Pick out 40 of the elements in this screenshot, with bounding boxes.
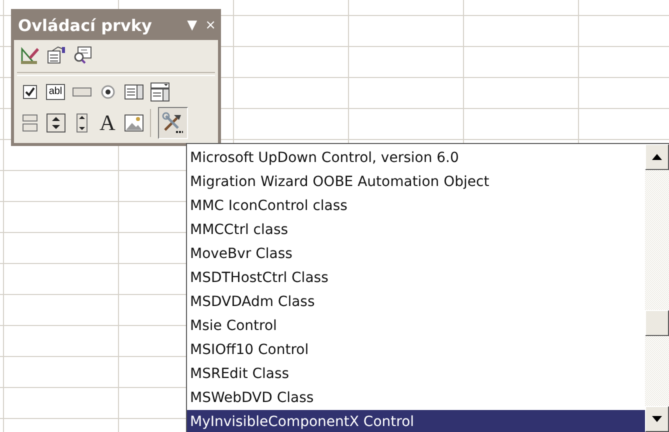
scroll-bar[interactable] [645,144,669,432]
list-item[interactable]: MoveBvr Class [187,242,645,266]
magnifier-page-icon [72,45,92,65]
list-item[interactable]: Msie Control [187,314,645,338]
text-box-icon: abl [46,84,66,100]
list-item[interactable]: MMC IconControl class [187,194,645,218]
ruler-pen-icon [20,45,40,65]
toolbar-button[interactable] [158,107,188,139]
list-item[interactable]: MMCCtrl class [187,218,645,242]
scroll-thumb[interactable] [645,310,669,336]
option-button-icon [100,84,116,100]
list-item[interactable]: MyInvisibleComponentX Control [187,410,645,432]
up-arrow-icon [651,153,663,161]
properties-icon [46,45,66,65]
list-item[interactable]: MSDVDAdm Class [187,290,645,314]
toolbar-button[interactable]: A [96,111,119,135]
toolbar-title: Ovládací prvky [18,16,153,34]
toggle-button-icon [22,113,38,133]
scroll-down-button[interactable] [645,406,669,432]
close-button[interactable]: × [205,18,216,32]
list-box-icon [124,83,144,101]
image-icon [124,114,144,132]
toolbar-button[interactable]: abl [44,80,67,104]
ticked-square-icon [22,84,38,100]
list-item[interactable]: MSIOff10 Control [187,338,645,362]
spin-button-icon [46,113,66,133]
label-icon: A [100,112,116,134]
scroll-up-button[interactable] [645,144,669,170]
list-item[interactable]: Migration Wizard OOBE Automation Object [187,170,645,194]
list-item[interactable]: MSREdit Class [187,362,645,386]
list-item[interactable]: Microsoft UpDown Control, version 6.0 [187,146,645,170]
list-item[interactable]: MSWebDVD Class [187,386,645,410]
toolbar-button[interactable] [44,111,67,135]
down-arrow-icon [651,415,663,423]
toolbar-menu-button[interactable]: ▼ [187,18,198,32]
toolbar-button[interactable] [148,80,171,104]
command-button-icon [72,86,92,98]
scroll-bar-icon [76,113,88,133]
combo-box-icon [150,82,170,102]
list-item[interactable]: MSDTHostCtrl Class [187,266,645,290]
